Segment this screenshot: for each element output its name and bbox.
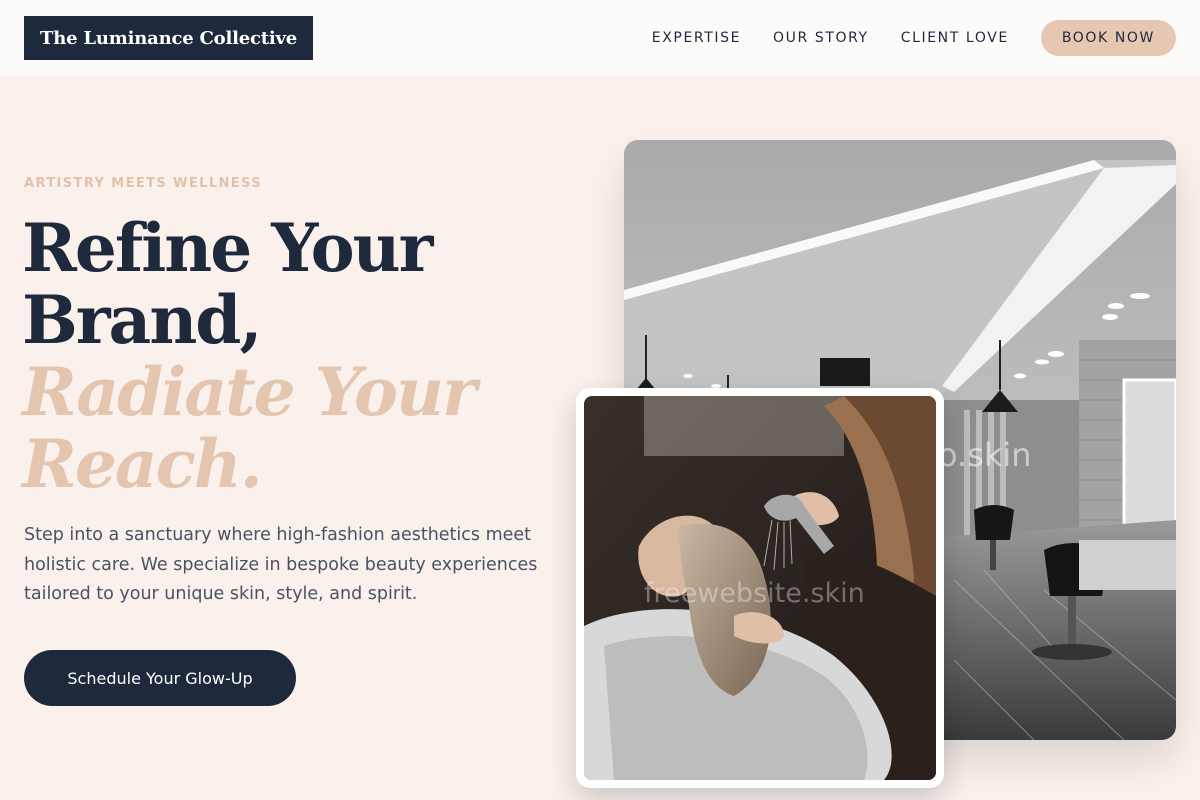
hero-eyebrow: ARTISTRY MEETS WELLNESS xyxy=(24,176,263,191)
headline-accent-line-2: Reach. xyxy=(22,425,263,503)
site-header: The Luminance Collective EXPERTISE OUR S… xyxy=(0,0,1200,76)
headline-line-1: Refine Your xyxy=(22,209,433,287)
hero-description: Step into a sanctuary where high-fashion… xyxy=(24,525,538,604)
brand-logo[interactable]: The Luminance Collective xyxy=(24,16,314,60)
schedule-glow-up-button[interactable]: Schedule Your Glow-Up xyxy=(24,650,296,706)
nav-link-expertise[interactable]: EXPERTISE xyxy=(652,30,741,46)
headline-line-2: Brand, xyxy=(22,281,262,359)
hero-headline: Refine Your Brand, Radiate Your Reach. xyxy=(22,212,582,500)
main-nav: EXPERTISE OUR STORY CLIENT LOVE BOOK NOW xyxy=(652,20,1176,56)
hair-wash-image-frame: freewebsite.skin xyxy=(576,388,944,788)
nav-link-our-story[interactable]: OUR STORY xyxy=(773,30,869,46)
nav-link-client-love[interactable]: CLIENT LOVE xyxy=(901,30,1009,46)
wash-watermark-text: freewebsite.skin xyxy=(644,578,865,609)
hair-wash-image: freewebsite.skin xyxy=(584,396,936,780)
salon-watermark-text: o.skin xyxy=(938,436,1032,474)
book-now-button[interactable]: BOOK NOW xyxy=(1040,20,1176,56)
headline-accent-line-1: Radiate Your xyxy=(22,353,477,431)
